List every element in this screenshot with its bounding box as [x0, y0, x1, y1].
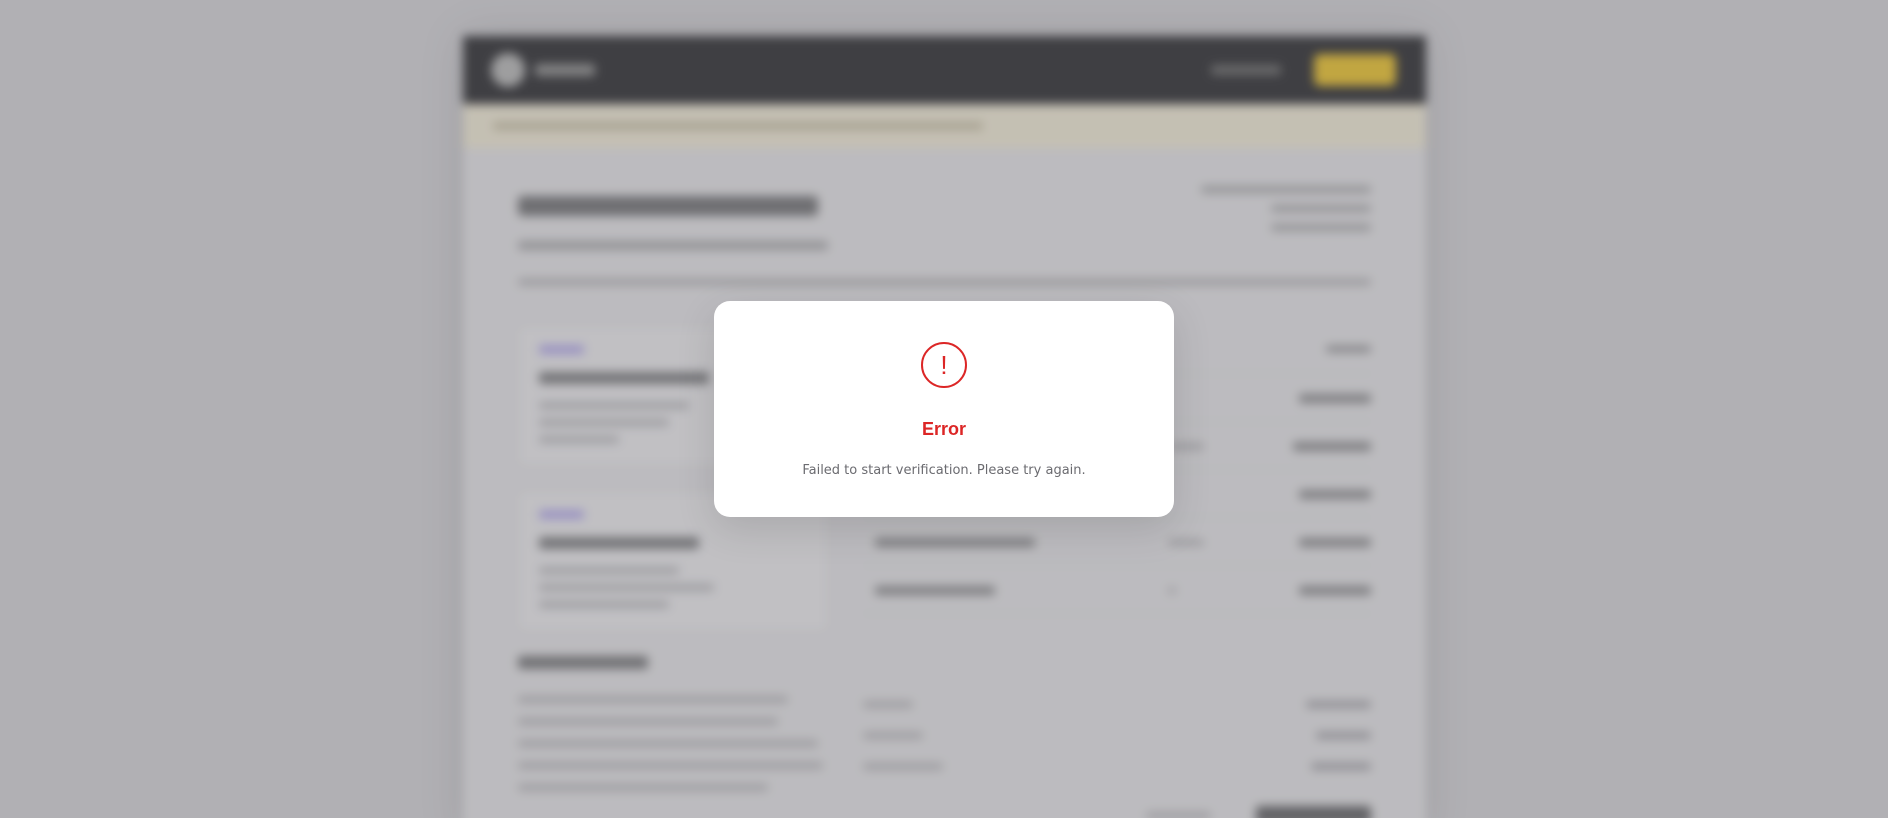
error-icon-glyph: !: [940, 350, 948, 380]
app-root: ! Error Failed to start verification. Pl…: [0, 0, 1888, 818]
error-title: Error: [921, 419, 966, 439]
error-dialog: ! Error Failed to start verification. Pl…: [714, 301, 1174, 517]
exclamation-circle-icon: !: [921, 342, 967, 388]
error-message: Failed to start verification. Please try…: [802, 463, 1086, 478]
